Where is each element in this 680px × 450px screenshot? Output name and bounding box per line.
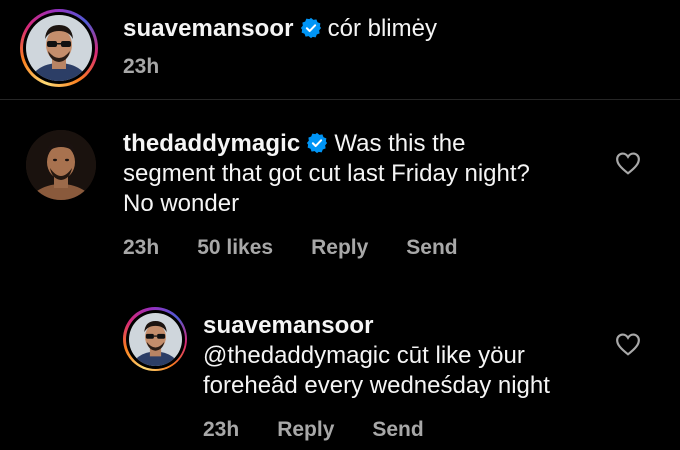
heart-outline-icon (616, 333, 640, 356)
comment-likes-count[interactable]: 50 likes (197, 236, 273, 259)
comment-avatar[interactable] (26, 130, 96, 200)
comment-timestamp: 23h (123, 236, 160, 259)
post-caption: suavemansoor cór blimėy 23h (0, 0, 680, 100)
caption-meta: 23h (123, 55, 197, 79)
comment-text-line-1: Was this the (334, 130, 466, 157)
instagram-comments-screen: suavemansoor cór blimėy 23h thedaddymagi… (0, 0, 680, 450)
reply-reply-button[interactable]: Reply (277, 418, 334, 441)
reply-username[interactable]: suavemansoor (203, 311, 583, 341)
comment-reply-button[interactable]: Reply (311, 236, 368, 259)
reply-meta: 23h Reply Send (203, 418, 462, 442)
reply-send-button[interactable]: Send (372, 418, 423, 441)
caption-username[interactable]: suavemansoor (123, 15, 294, 42)
comment-meta: 23h 50 likes Reply Send (123, 236, 496, 260)
profile-photo-icon (128, 312, 182, 366)
reply-timestamp: 23h (203, 418, 240, 441)
verified-badge-icon (307, 132, 328, 154)
caption-line: suavemansoor cór blimėy (123, 14, 437, 44)
heart-outline-icon (616, 152, 640, 175)
comment-send-button[interactable]: Send (406, 236, 457, 259)
reply-like-button[interactable] (615, 332, 641, 356)
comment-like-button[interactable] (615, 151, 641, 175)
reply-text-line-1: @thedaddymagic cūt like yöur (203, 342, 525, 369)
comment-text-line-3: No wonder (123, 190, 240, 217)
reply-text-line-2: foreheâd every wedneśday night (203, 372, 550, 399)
caption-text: cór blimėy (327, 15, 437, 42)
comment-text-line-2: segment that got cut last Friday night? (123, 160, 530, 187)
caption-timestamp: 23h (123, 55, 160, 78)
caption-avatar[interactable] (20, 9, 98, 87)
comment-body: thedaddymagic Was this the segment that … (123, 129, 593, 219)
comment-username[interactable]: thedaddymagic (123, 130, 300, 157)
reply-avatar[interactable] (123, 307, 187, 371)
profile-photo-icon (26, 15, 92, 81)
verified-badge-icon (300, 17, 321, 39)
profile-photo-icon (26, 130, 96, 200)
reply-body: suavemansoor @thedaddymagic cūt like yöu… (203, 311, 583, 401)
